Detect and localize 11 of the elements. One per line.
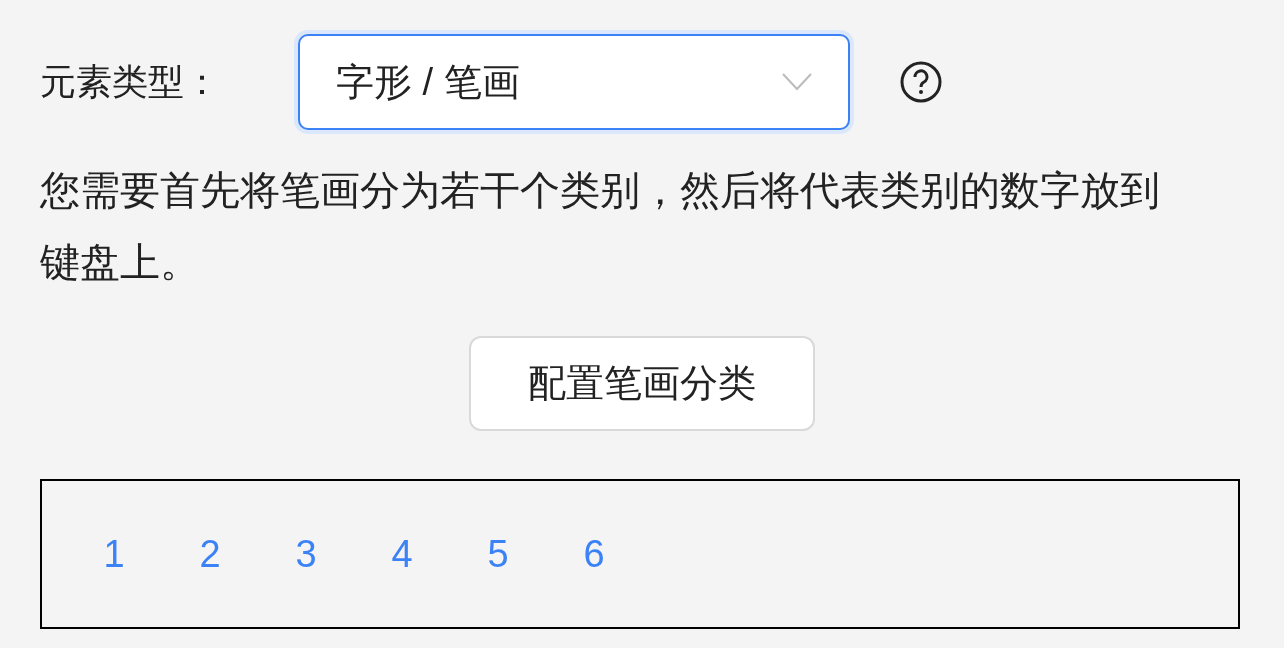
category-key[interactable]: 1 [102, 525, 126, 583]
category-key[interactable]: 6 [582, 525, 606, 583]
category-key[interactable]: 2 [198, 525, 222, 583]
field-label: 元素类型： [40, 60, 221, 104]
configure-button[interactable]: 配置笔画分类 [469, 336, 815, 431]
category-key[interactable]: 4 [390, 525, 414, 583]
description-text: 您需要首先将笔画分为若干个类别，然后将代表类别的数字放到键盘上。 [40, 167, 1161, 286]
chevron-down-icon [782, 73, 812, 91]
category-key[interactable]: 5 [486, 525, 510, 583]
help-icon[interactable] [900, 61, 942, 103]
category-key[interactable]: 3 [294, 525, 318, 583]
